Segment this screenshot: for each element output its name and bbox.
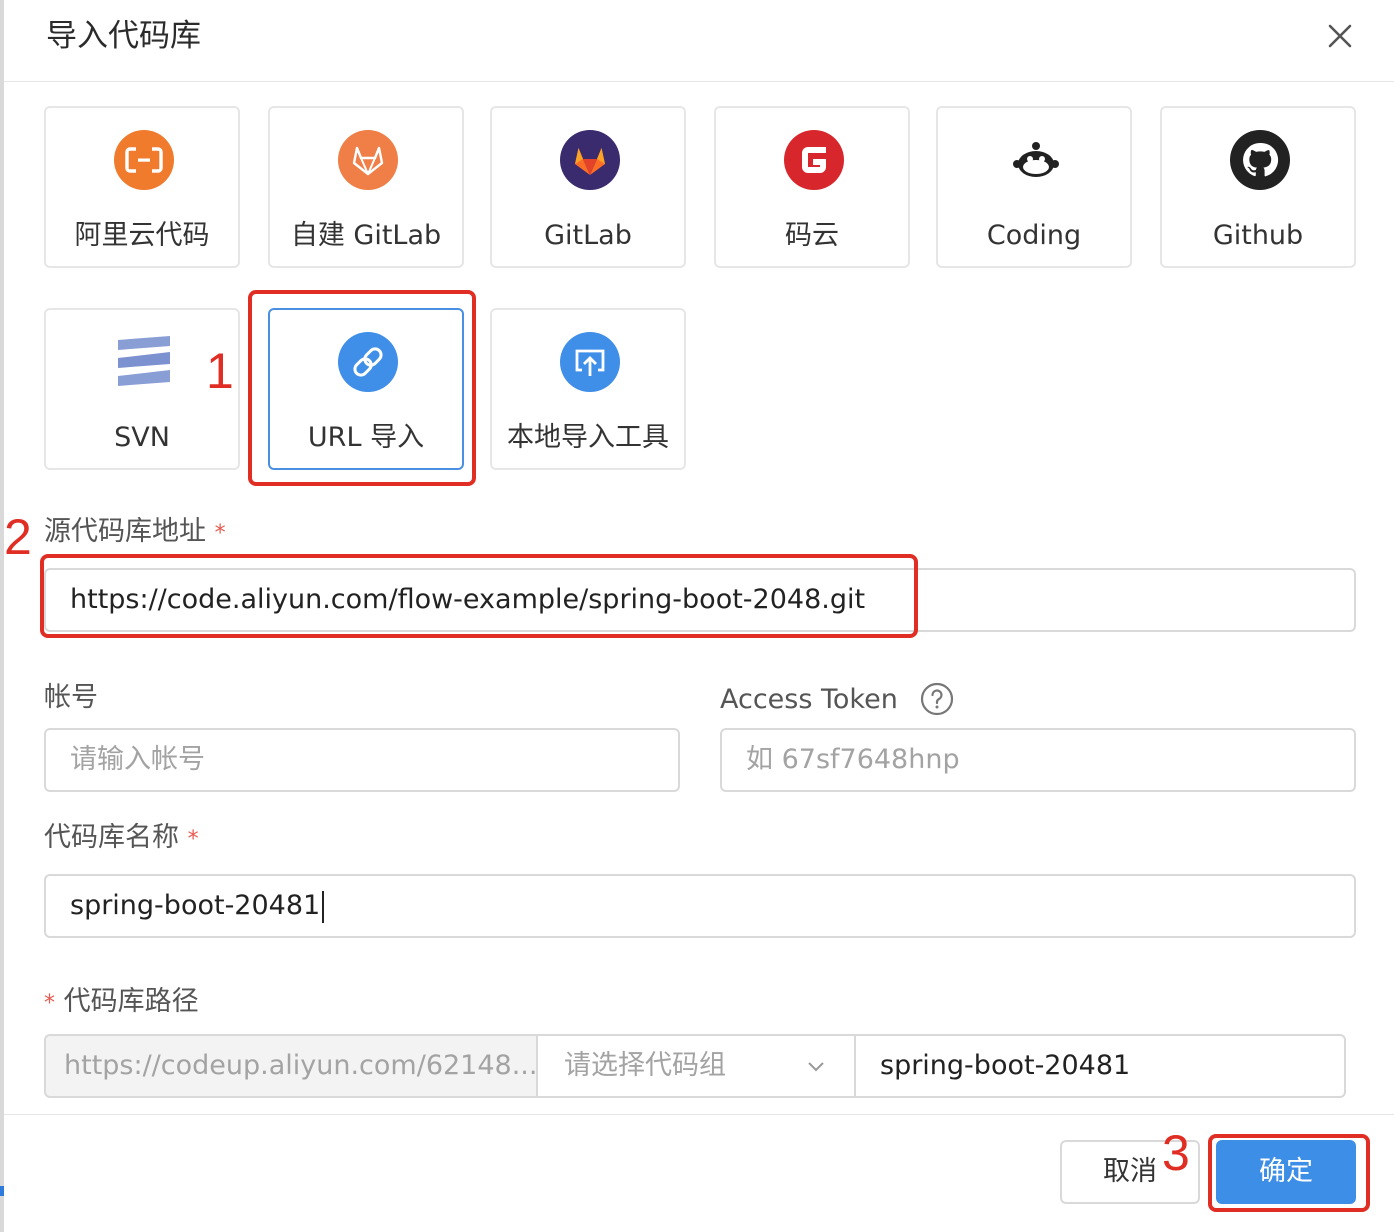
svn-icon bbox=[114, 332, 174, 392]
repo-path-prefix: https://codeup.aliyun.com/62148... bbox=[44, 1034, 538, 1098]
code-group-select[interactable]: 请选择代码组 bbox=[536, 1034, 856, 1098]
question-circle-icon[interactable] bbox=[920, 682, 954, 716]
access-token-input[interactable]: 如 67sf7648hnp bbox=[720, 728, 1356, 792]
repo-path-label-text: 代码库路径 bbox=[63, 986, 199, 1017]
source-tile-label: SVN bbox=[114, 422, 170, 453]
source-tile-coding[interactable]: Coding bbox=[936, 106, 1132, 268]
source-tile-label: GitLab bbox=[544, 220, 632, 251]
source-tile-label: 本地导入工具 bbox=[507, 422, 669, 453]
source-tile-github[interactable]: Github bbox=[1160, 106, 1356, 268]
repo-path-name-input[interactable]: spring-boot-20481 bbox=[854, 1034, 1346, 1098]
repo-name-input[interactable]: spring-boot-20481 bbox=[44, 874, 1356, 938]
chevron-down-icon bbox=[808, 1062, 824, 1072]
annotation-step-3: 3 bbox=[1162, 1125, 1190, 1181]
annotation-step-1: 1 bbox=[206, 343, 234, 399]
annotation-highlight-source-url bbox=[40, 554, 918, 638]
repo-path-row: https://codeup.aliyun.com/62148... 请选择代码… bbox=[44, 1034, 1346, 1098]
github-icon bbox=[1230, 130, 1290, 190]
gitlab-self-hosted-icon bbox=[338, 130, 398, 190]
repo-name-label: 代码库名称 * bbox=[44, 820, 199, 858]
repo-name-label-text: 代码库名称 bbox=[44, 822, 179, 853]
source-url-label-text: 源代码库地址 bbox=[44, 516, 206, 547]
source-tile-label: 阿里云代码 bbox=[74, 220, 210, 251]
source-tile-self-hosted-gitlab[interactable]: 自建 GitLab bbox=[268, 106, 464, 268]
upload-icon bbox=[560, 332, 620, 392]
gitee-icon bbox=[784, 130, 844, 190]
annotation-step-2: 2 bbox=[4, 509, 32, 565]
source-tile-gitee[interactable]: 码云 bbox=[714, 106, 910, 268]
code-group-placeholder: 请选择代码组 bbox=[564, 1050, 726, 1081]
access-token-label: Access Token bbox=[720, 684, 898, 715]
required-mark: * bbox=[214, 521, 226, 546]
import-repo-dialog: 导入代码库 阿里云代码 自建 GitLab GitLab 码云 Coding G… bbox=[4, 0, 1394, 1232]
dialog-title: 导入代码库 bbox=[46, 18, 201, 54]
annotation-highlight-confirm bbox=[1208, 1134, 1370, 1212]
required-mark: * bbox=[44, 991, 55, 1016]
close-button[interactable] bbox=[1320, 16, 1360, 56]
source-tile-label: Coding bbox=[986, 220, 1082, 251]
coding-icon bbox=[1006, 130, 1066, 190]
aliyun-icon bbox=[114, 130, 174, 190]
source-tile-label: Github bbox=[1212, 220, 1304, 251]
close-icon bbox=[1328, 24, 1352, 48]
footer-divider bbox=[4, 1114, 1394, 1115]
dialog-header: 导入代码库 bbox=[4, 0, 1394, 82]
source-url-label: 源代码库地址 * bbox=[44, 514, 226, 552]
account-input[interactable]: 请输入帐号 bbox=[44, 728, 680, 792]
gitlab-icon bbox=[560, 130, 620, 190]
source-tile-local-import-tool[interactable]: 本地导入工具 bbox=[490, 308, 686, 470]
repo-path-label: * 代码库路径 bbox=[44, 984, 199, 1022]
source-tile-aliyun[interactable]: 阿里云代码 bbox=[44, 106, 240, 268]
text-caret bbox=[322, 890, 325, 923]
annotation-highlight-url-import bbox=[248, 290, 476, 486]
source-tile-label: 码云 bbox=[785, 220, 839, 251]
repo-name-value: spring-boot-20481 bbox=[70, 890, 321, 921]
required-mark: * bbox=[187, 827, 199, 852]
source-tile-label: 自建 GitLab bbox=[290, 220, 442, 251]
source-tile-gitlab[interactable]: GitLab bbox=[490, 106, 686, 268]
account-label: 帐号 bbox=[44, 682, 98, 713]
